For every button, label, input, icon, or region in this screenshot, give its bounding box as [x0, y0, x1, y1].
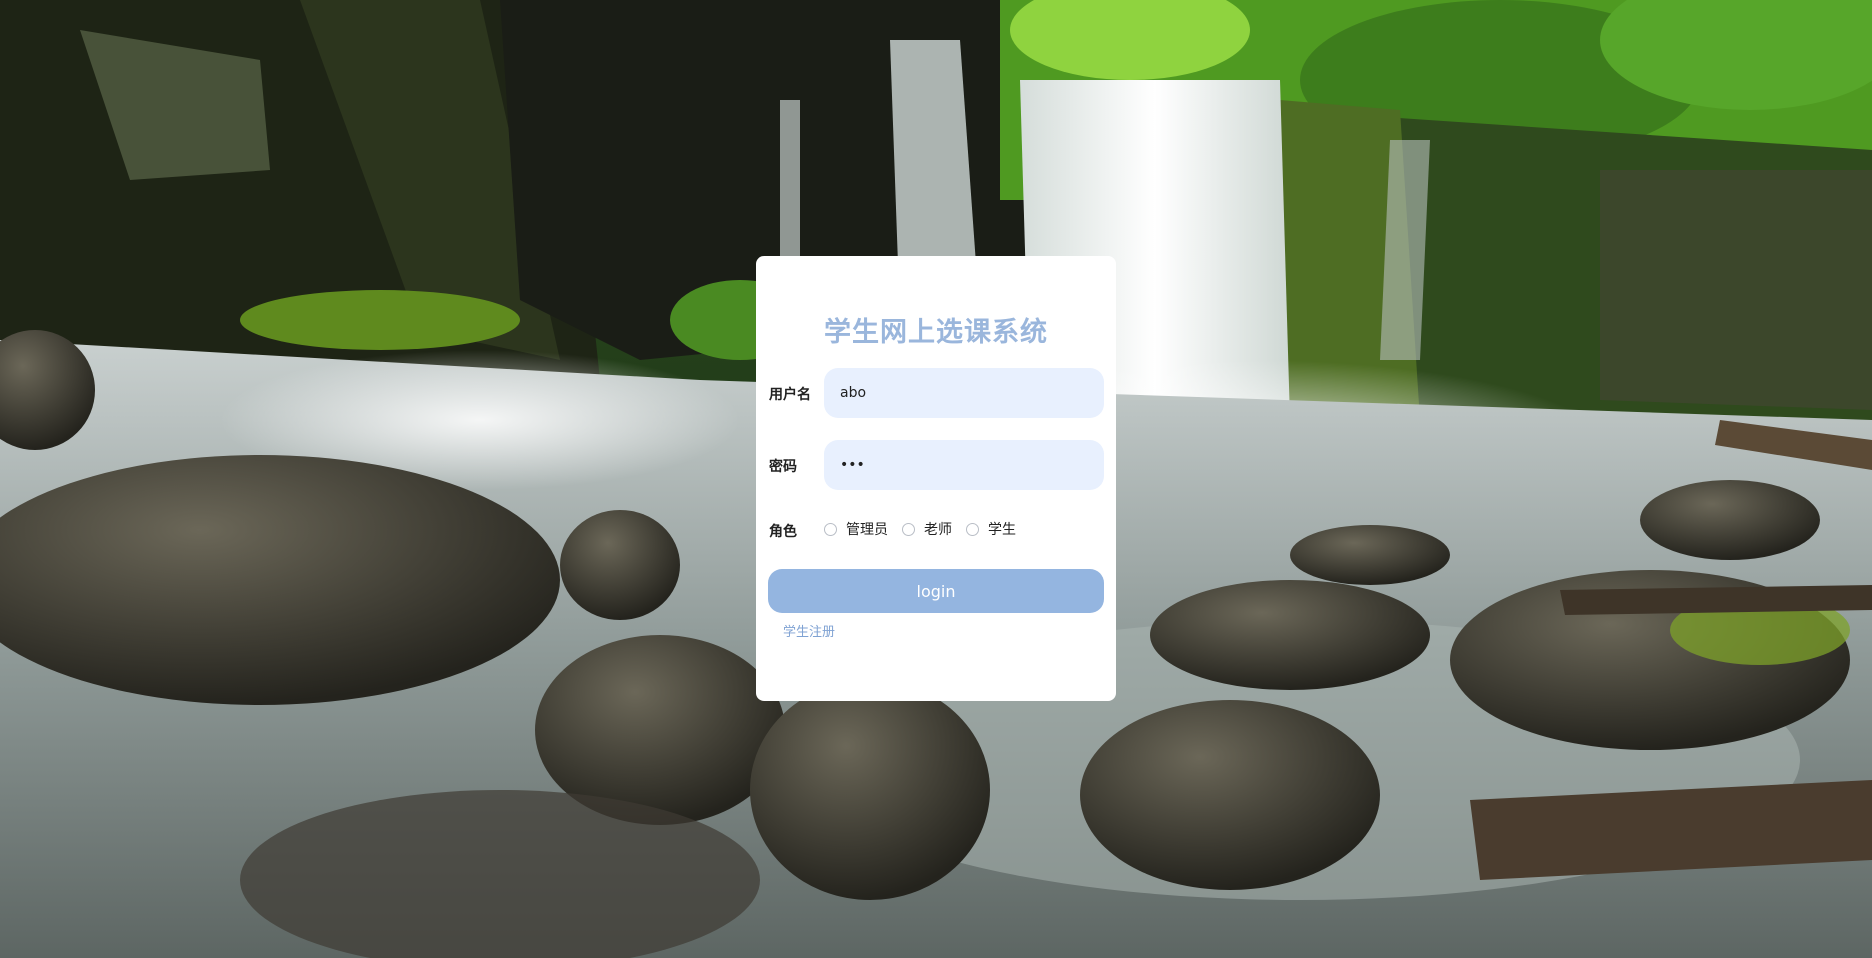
username-input[interactable] — [824, 368, 1104, 418]
password-input[interactable] — [824, 440, 1104, 490]
role-option-label: 老师 — [924, 522, 952, 538]
login-button[interactable]: login — [768, 569, 1104, 613]
radio-button[interactable] — [824, 522, 837, 536]
username-label: 用户名 — [769, 387, 811, 403]
role-option-label: 学生 — [988, 522, 1016, 538]
password-label: 密码 — [769, 459, 797, 475]
radio-button[interactable] — [902, 522, 915, 536]
role-label: 角色 — [769, 524, 797, 540]
page-title: 学生网上选课系统 — [824, 317, 1048, 348]
role-option-admin[interactable]: 管理员 — [824, 519, 888, 539]
student-register-link[interactable]: 学生注册 — [783, 621, 835, 640]
role-option-teacher[interactable]: 老师 — [902, 519, 952, 539]
login-card: 学生网上选课系统 用户名 密码 角色 管理员 老师 学生 login 学生注册 — [756, 256, 1116, 701]
role-option-label: 管理员 — [846, 522, 888, 538]
login-page: 学生网上选课系统 用户名 密码 角色 管理员 老师 学生 login 学生注册 — [0, 0, 1872, 958]
role-radio-group: 管理员 老师 学生 — [824, 519, 1030, 539]
radio-button[interactable] — [966, 522, 979, 536]
role-option-student[interactable]: 学生 — [966, 519, 1016, 539]
